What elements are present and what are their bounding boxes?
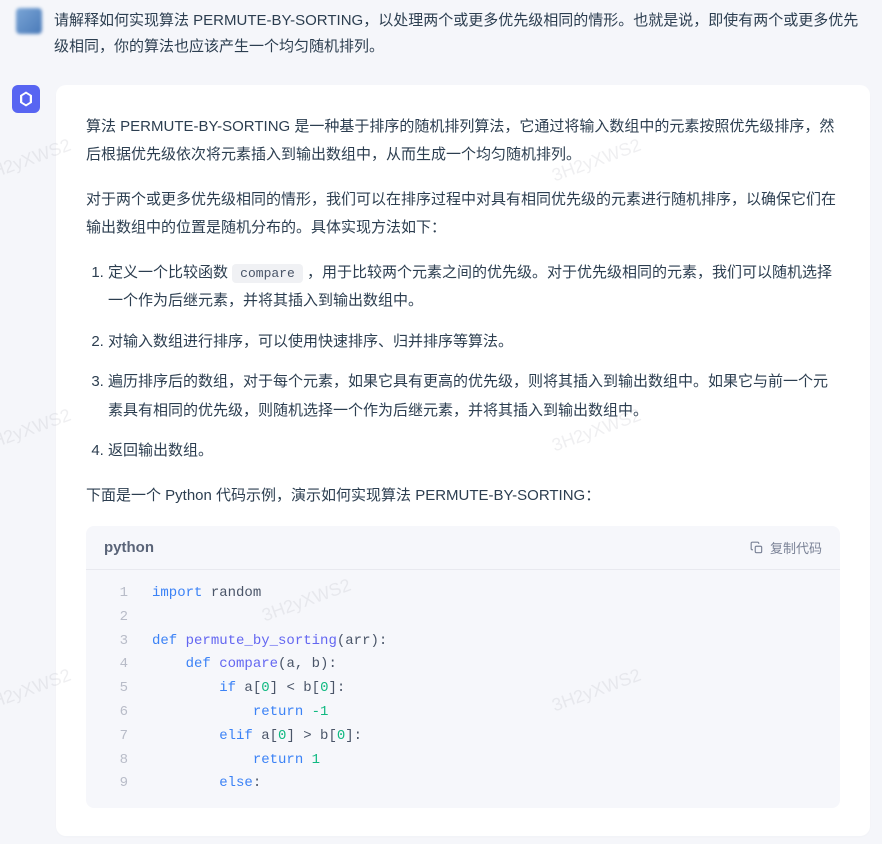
token: ] > b[ <box>286 728 336 744</box>
token: ] < b[ <box>270 680 320 696</box>
code-line: 6 return -1 <box>86 701 840 725</box>
code-line: 8 return 1 <box>86 749 840 773</box>
line-number: 9 <box>104 772 128 796</box>
code-line: 1 import random <box>86 582 840 606</box>
token-keyword: def <box>186 656 211 672</box>
user-message: 请解释如何实现算法 PERMUTE-BY-SORTING，以处理两个或更多优先级… <box>12 8 870 61</box>
paragraph: 对于两个或更多优先级相同的情形，我们可以在排序过程中对具有相同优先级的元素进行随… <box>86 186 840 243</box>
line-number: 2 <box>104 606 128 630</box>
token: a[ <box>253 728 278 744</box>
token-function: compare <box>211 656 278 672</box>
list-text: 定义一个比较函数 <box>108 264 232 281</box>
paragraph: 下面是一个 Python 代码示例，演示如何实现算法 PERMUTE-BY-SO… <box>86 482 840 511</box>
token <box>303 704 311 720</box>
line-number: 4 <box>104 653 128 677</box>
code-header: python 复制代码 <box>86 526 840 570</box>
ordered-list: 定义一个比较函数 compare ，用于比较两个元素之间的优先级。对于优先级相同… <box>86 259 840 466</box>
code-line: 5 if a[0] < b[0]: <box>86 677 840 701</box>
token-number: -1 <box>312 704 329 720</box>
user-message-text: 请解释如何实现算法 PERMUTE-BY-SORTING，以处理两个或更多优先级… <box>54 8 866 61</box>
line-number: 8 <box>104 749 128 773</box>
token <box>303 752 311 768</box>
assistant-card: 算法 PERMUTE-BY-SORTING 是一种基于排序的随机排列算法，它通过… <box>56 85 870 837</box>
code-block: python 复制代码 1 import random <box>86 526 840 808</box>
line-number: 1 <box>104 582 128 606</box>
line-number: 3 <box>104 630 128 654</box>
code-language-label: python <box>104 539 154 556</box>
code-line: 2 <box>86 606 840 630</box>
code-line: 4 def compare(a, b): <box>86 653 840 677</box>
code-line: 9 else: <box>86 772 840 796</box>
token-keyword: def <box>152 633 177 649</box>
assistant-avatar <box>12 85 40 113</box>
hexagon-icon <box>17 90 35 108</box>
code-body[interactable]: 1 import random 2 3 def permute_by_sorti… <box>86 570 840 808</box>
token-keyword: import <box>152 585 202 601</box>
list-item: 定义一个比较函数 compare ，用于比较两个元素之间的优先级。对于优先级相同… <box>108 259 840 316</box>
token: (a, b): <box>278 656 337 672</box>
assistant-message: 算法 PERMUTE-BY-SORTING 是一种基于排序的随机排列算法，它通过… <box>12 85 870 837</box>
token: ]: <box>345 728 362 744</box>
list-item: 返回输出数组。 <box>108 437 840 466</box>
token-keyword: return <box>253 752 303 768</box>
token-number: 0 <box>261 680 269 696</box>
token-function: permute_by_sorting <box>177 633 337 649</box>
chat-container: 请解释如何实现算法 PERMUTE-BY-SORTING，以处理两个或更多优先级… <box>0 0 882 844</box>
code-line: 3 def permute_by_sorting(arr): <box>86 630 840 654</box>
token-keyword: return <box>253 704 303 720</box>
token: random <box>202 585 261 601</box>
token: (arr): <box>337 633 387 649</box>
line-number: 6 <box>104 701 128 725</box>
line-number: 5 <box>104 677 128 701</box>
copy-code-button[interactable]: 复制代码 <box>750 538 822 557</box>
paragraph: 算法 PERMUTE-BY-SORTING 是一种基于排序的随机排列算法，它通过… <box>86 113 840 170</box>
user-avatar <box>16 8 42 34</box>
token: ]: <box>328 680 345 696</box>
inline-code: compare <box>232 264 303 283</box>
copy-label: 复制代码 <box>770 538 822 557</box>
token-number: 1 <box>312 752 320 768</box>
token-keyword: else <box>219 775 253 791</box>
token-keyword: elif <box>219 728 253 744</box>
list-item: 遍历排序后的数组，对于每个元素，如果它具有更高的优先级，则将其插入到输出数组中。… <box>108 368 840 425</box>
token: a[ <box>236 680 261 696</box>
token-keyword: if <box>219 680 236 696</box>
token: : <box>253 775 261 791</box>
copy-icon <box>750 541 764 555</box>
list-item: 对输入数组进行排序，可以使用快速排序、归并排序等算法。 <box>108 328 840 357</box>
